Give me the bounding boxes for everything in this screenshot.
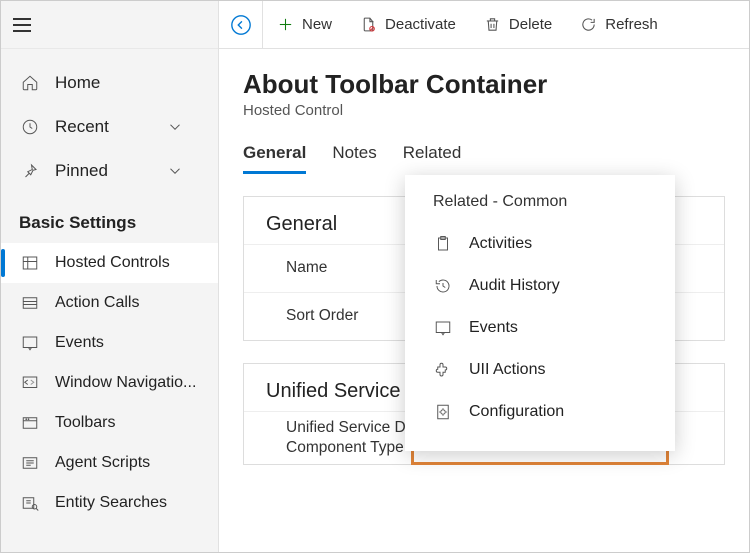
page-title: About Toolbar Container xyxy=(243,69,725,100)
deactivate-label: Deactivate xyxy=(385,16,456,33)
toolbars-icon xyxy=(19,414,41,432)
pin-icon xyxy=(19,162,41,180)
window-nav-icon xyxy=(19,374,41,392)
sidebar-item-label: Events xyxy=(55,334,104,352)
related-uii-actions[interactable]: UII Actions xyxy=(405,349,675,391)
back-button[interactable] xyxy=(219,1,263,48)
sidebar-item-entity-searches[interactable]: Entity Searches xyxy=(1,483,218,523)
related-item-label: UII Actions xyxy=(469,361,545,379)
nav-recent[interactable]: Recent xyxy=(1,105,218,149)
sidebar-item-events[interactable]: Events xyxy=(1,323,218,363)
related-flyout: Related - Common Activities Audit Histor… xyxy=(405,175,675,451)
entity-searches-icon xyxy=(19,494,41,512)
command-bar: New Deactivate Delete Refresh xyxy=(219,1,749,49)
events-icon xyxy=(19,334,41,352)
gear-page-icon xyxy=(433,403,453,421)
related-configuration[interactable]: Configuration xyxy=(405,391,675,433)
sidebar-item-label: Agent Scripts xyxy=(55,454,150,472)
puzzle-icon xyxy=(433,361,453,379)
related-audit-history[interactable]: Audit History xyxy=(405,265,675,307)
sidebar-item-label: Toolbars xyxy=(55,414,115,432)
clipboard-icon xyxy=(433,235,453,253)
chevron-down-icon xyxy=(164,118,186,136)
nav-pinned-label: Pinned xyxy=(55,161,108,181)
tab-notes[interactable]: Notes xyxy=(332,143,376,174)
new-button[interactable]: New xyxy=(263,1,346,48)
sidebar-item-label: Window Navigatio... xyxy=(55,374,196,392)
sidebar-item-label: Entity Searches xyxy=(55,494,167,512)
hosted-controls-icon xyxy=(19,254,41,272)
sidebar-group-title: Basic Settings xyxy=(1,199,218,243)
delete-button[interactable]: Delete xyxy=(470,1,566,48)
related-item-label: Configuration xyxy=(469,403,564,421)
chevron-down-icon xyxy=(164,162,186,180)
nav-recent-label: Recent xyxy=(55,117,109,137)
related-events[interactable]: Events xyxy=(405,307,675,349)
refresh-button[interactable]: Refresh xyxy=(566,1,672,48)
sidebar: Home Recent Pinned Basic Settings Hosted… xyxy=(1,1,219,552)
clock-icon xyxy=(19,118,41,136)
refresh-label: Refresh xyxy=(605,16,658,33)
sidebar-item-label: Action Calls xyxy=(55,294,139,312)
new-label: New xyxy=(302,16,332,33)
home-icon xyxy=(19,74,41,92)
sidebar-item-toolbars[interactable]: Toolbars xyxy=(1,403,218,443)
deactivate-button[interactable]: Deactivate xyxy=(346,1,470,48)
flyout-heading: Related - Common xyxy=(405,185,675,223)
related-item-label: Events xyxy=(469,319,518,337)
events-flyout-icon xyxy=(433,319,453,337)
delete-label: Delete xyxy=(509,16,552,33)
related-item-label: Activities xyxy=(469,235,532,253)
history-icon xyxy=(433,277,453,295)
sidebar-item-action-calls[interactable]: Action Calls xyxy=(1,283,218,323)
nav-pinned[interactable]: Pinned xyxy=(1,149,218,193)
sidebar-item-agent-scripts[interactable]: Agent Scripts xyxy=(1,443,218,483)
page-subtitle: Hosted Control xyxy=(243,102,725,119)
nav-home[interactable]: Home xyxy=(1,61,218,105)
related-activities[interactable]: Activities xyxy=(405,223,675,265)
tabs: General Notes Related xyxy=(243,143,725,174)
action-calls-icon xyxy=(19,294,41,312)
tab-related[interactable]: Related xyxy=(403,143,462,174)
sidebar-item-label: Hosted Controls xyxy=(55,254,170,272)
tab-general[interactable]: General xyxy=(243,143,306,174)
nav-home-label: Home xyxy=(55,73,100,93)
related-item-label: Audit History xyxy=(469,277,560,295)
sidebar-item-window-nav[interactable]: Window Navigatio... xyxy=(1,363,218,403)
hamburger-icon[interactable] xyxy=(13,18,31,32)
sidebar-item-hosted-controls[interactable]: Hosted Controls xyxy=(1,243,218,283)
agent-scripts-icon xyxy=(19,454,41,472)
